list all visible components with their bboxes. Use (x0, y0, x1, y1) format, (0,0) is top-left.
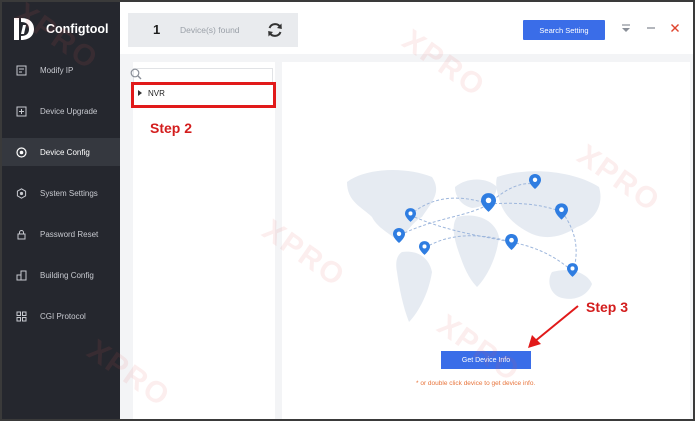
device-count: 1 (153, 22, 161, 37)
map-pin-icon (505, 234, 518, 250)
map-pin-icon (481, 193, 496, 212)
device-found-box: 1 Device(s) found (128, 13, 298, 47)
system-settings-icon (15, 187, 27, 199)
close-icon[interactable] (669, 22, 681, 34)
sidebar-item-device-upgrade[interactable]: Device Upgrade (2, 97, 120, 125)
get-device-info-button[interactable]: Get Device Info (441, 351, 531, 369)
building-config-icon (15, 269, 27, 281)
map-pin-icon (529, 174, 541, 189)
sidebar-item-cgi-protocol[interactable]: CGI Protocol (2, 302, 120, 330)
sidebar-item-device-config[interactable]: Device Config (2, 138, 120, 166)
sidebar-item-label: Device Upgrade (40, 106, 98, 116)
sidebar-item-label: Building Config (40, 270, 94, 280)
sidebar-item-label: CGI Protocol (40, 311, 86, 321)
map-pin-icon (405, 208, 416, 222)
sidebar-item-password-reset[interactable]: Password Reset (2, 220, 120, 248)
device-config-icon (15, 146, 27, 158)
search-setting-button[interactable]: Search Setting (523, 20, 605, 40)
step3-arrow-icon (528, 305, 579, 348)
map-pin-icon (567, 263, 578, 277)
sidebar-item-label: Modify IP (40, 65, 74, 75)
double-click-hint: * or double click device to get device i… (416, 380, 536, 387)
step2-label: Step 2 (150, 120, 193, 136)
device-tree-panel (133, 62, 275, 419)
search-icon[interactable] (130, 68, 142, 80)
tree-search-input[interactable] (133, 68, 273, 83)
app-brand: Configtool (10, 14, 108, 44)
dropdown-menu-icon[interactable] (620, 22, 632, 34)
device-upgrade-icon (15, 105, 27, 117)
expand-arrow-icon[interactable] (138, 90, 142, 96)
sidebar: Configtool Modify IP Device Upgrade Devi… (2, 2, 120, 419)
sidebar-item-label: Password Reset (40, 229, 99, 239)
sidebar-item-modify-ip[interactable]: Modify IP (2, 56, 120, 84)
minimize-icon[interactable] (645, 22, 657, 34)
sidebar-item-system-settings[interactable]: System Settings (2, 179, 120, 207)
sidebar-item-label: Device Config (40, 147, 90, 157)
modify-ip-icon (15, 64, 27, 76)
tree-node-nvr[interactable]: NVR (134, 85, 274, 101)
refresh-icon[interactable] (266, 21, 284, 39)
map-pin-icon (419, 241, 430, 255)
map-pin-icon (555, 203, 568, 220)
device-found-label: Device(s) found (180, 25, 240, 35)
app-window: Configtool Modify IP Device Upgrade Devi… (0, 0, 695, 421)
sidebar-item-label: System Settings (40, 188, 98, 198)
configtool-logo-icon (14, 18, 34, 40)
password-reset-icon (15, 228, 27, 240)
cgi-protocol-icon (15, 310, 27, 322)
step3-label: Step 3 (586, 299, 629, 315)
sidebar-item-building-config[interactable]: Building Config (2, 261, 120, 289)
map-pin-icon (393, 228, 405, 243)
app-name: Configtool (46, 22, 109, 36)
topbar: 1 Device(s) found Search Setting (120, 2, 693, 54)
tree-node-label: NVR (148, 88, 165, 98)
